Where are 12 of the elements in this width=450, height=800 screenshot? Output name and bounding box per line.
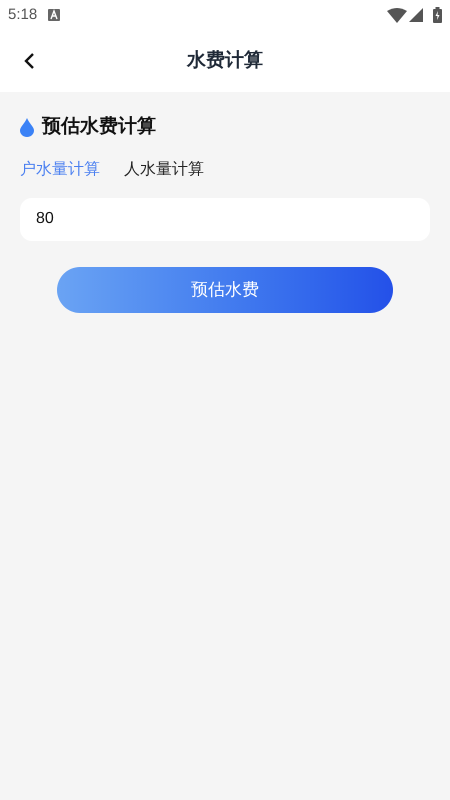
estimate-button[interactable]: 预估水费 bbox=[57, 266, 393, 312]
page-title: 水费计算 bbox=[187, 48, 263, 73]
tab[interactable]: 人水量计算 bbox=[124, 158, 204, 182]
water-amount-field[interactable]: 80 bbox=[20, 198, 430, 240]
notification-icon bbox=[48, 9, 60, 21]
status-time: 5:18 bbox=[8, 4, 38, 25]
battery-icon bbox=[433, 7, 442, 23]
back-icon[interactable] bbox=[23, 52, 35, 70]
signal-icon bbox=[409, 8, 423, 22]
water-drop-icon bbox=[20, 118, 34, 137]
wifi-icon bbox=[387, 8, 407, 22]
section-title: 预估水费计算 bbox=[42, 115, 156, 139]
